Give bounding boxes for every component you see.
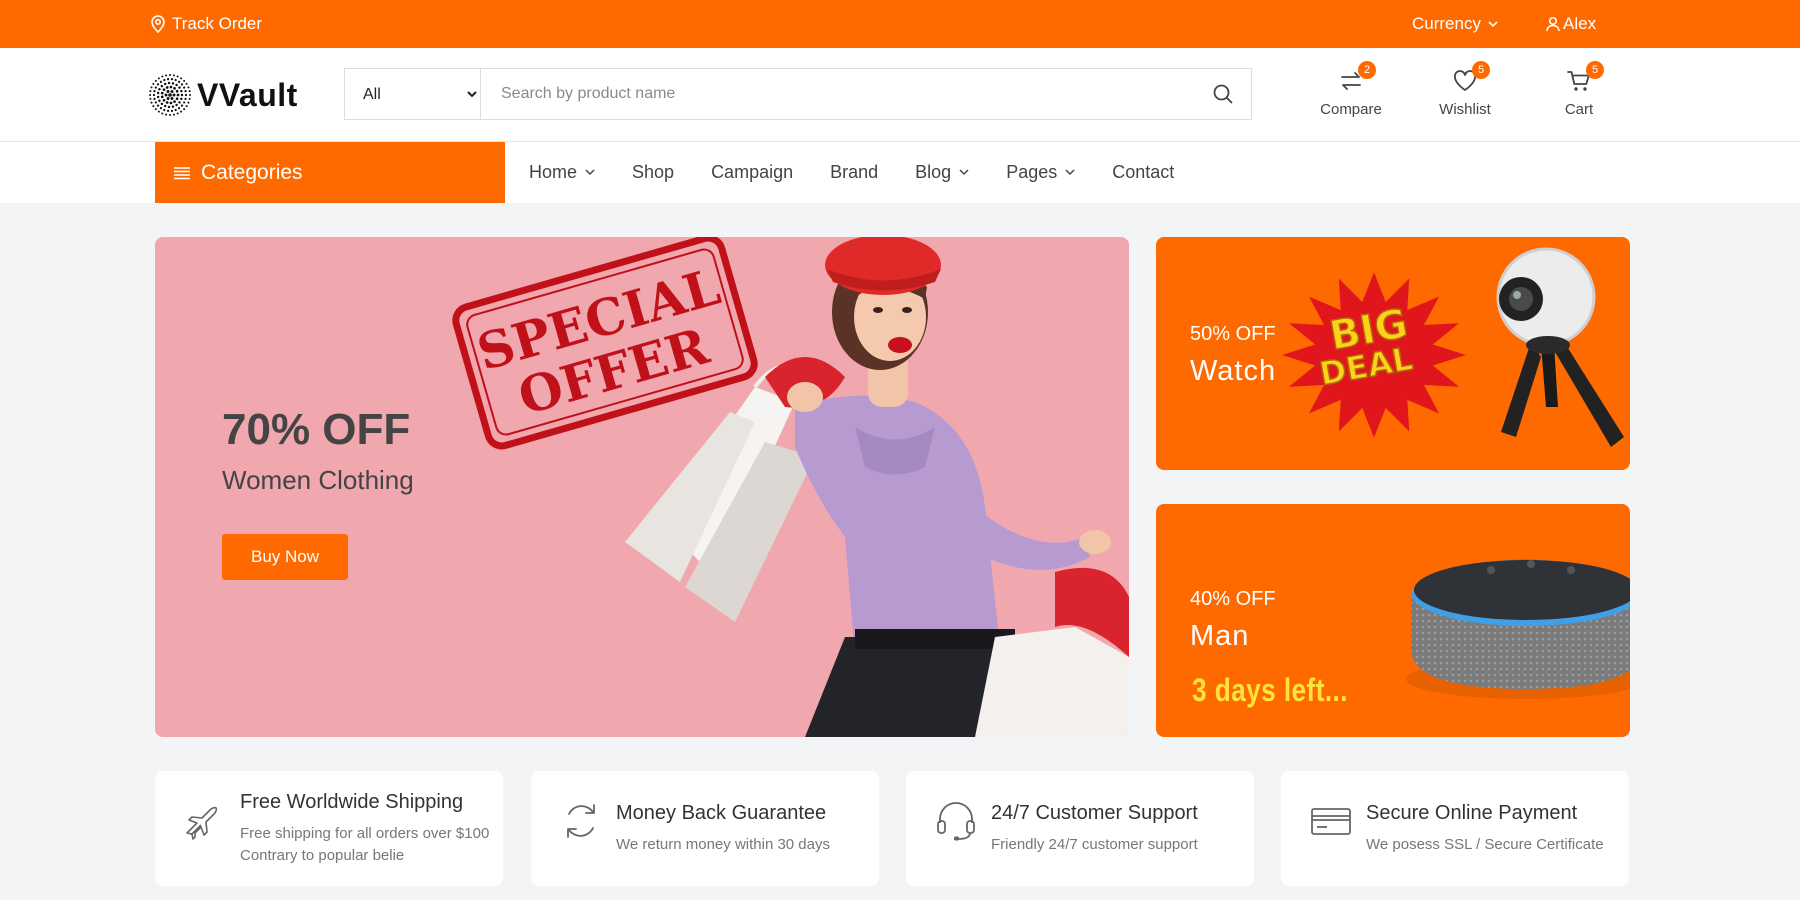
- search-icon: [1213, 84, 1233, 104]
- nav-item-contact[interactable]: Contact: [1112, 162, 1174, 183]
- smart-speaker-image: [1406, 559, 1630, 699]
- cart-count-badge: 5: [1586, 61, 1604, 79]
- refresh-icon: [567, 804, 595, 838]
- cart-label: Cart: [1564, 101, 1594, 118]
- hero-subtitle: Women Clothing: [222, 465, 414, 495]
- search-category-select[interactable]: All: [345, 69, 481, 119]
- wishlist-label: Wishlist: [1439, 101, 1491, 118]
- side-banner-man[interactable]: 40% OFF Man 3 days left...: [1156, 504, 1630, 737]
- hero-banner-women-clothing[interactable]: SPECIAL OFFER 70% OFF Women Clothing Buy…: [155, 237, 1129, 737]
- feature-description: We posess SSL / Secure Certificate: [1366, 836, 1604, 853]
- track-order-link[interactable]: Track Order: [150, 0, 262, 48]
- headset-icon: [937, 802, 975, 841]
- big-deal-starburst: BIG DEAL: [1282, 272, 1466, 438]
- nav-item-shop[interactable]: Shop: [632, 162, 674, 183]
- feature-support: 24/7 Customer Support Friendly 24/7 cust…: [906, 771, 1254, 886]
- search-button[interactable]: [1195, 69, 1251, 119]
- wishlist-count-badge: 5: [1472, 61, 1490, 79]
- cart-button[interactable]: 5 Cart: [1534, 61, 1624, 118]
- wishlist-button[interactable]: 5 Wishlist: [1420, 61, 1510, 118]
- buy-now-button[interactable]: Buy Now: [222, 534, 348, 580]
- man-title: Man: [1190, 620, 1250, 652]
- currency-label: Currency: [1412, 14, 1481, 33]
- search-bar: All: [344, 68, 1252, 120]
- chevron-down-icon: [959, 169, 969, 176]
- logo-mark-icon: [149, 74, 191, 116]
- nav-item-label: Pages: [1006, 162, 1058, 182]
- menu-icon: [174, 166, 190, 179]
- watch-discount: 50% OFF: [1190, 323, 1276, 345]
- side-banner-watch-art: BIG DEAL: [1282, 247, 1624, 447]
- feature-title: 24/7 Customer Support: [991, 802, 1198, 824]
- nav-item-label: Brand: [830, 162, 879, 182]
- compare-button[interactable]: 2 Compare: [1306, 61, 1396, 118]
- feature-title: Free Worldwide Shipping: [240, 791, 464, 813]
- feature-money-back: Money Back Guarantee We return money wit…: [531, 771, 879, 886]
- main-nav: Home Shop Campaign Brand Blog Pages Cont…: [529, 142, 1211, 203]
- user-icon: [1546, 16, 1560, 32]
- nav-item-campaign[interactable]: Campaign: [711, 162, 793, 183]
- credit-card-icon: [1311, 808, 1351, 835]
- man-discount: 40% OFF: [1190, 588, 1276, 610]
- logo[interactable]: VVault: [147, 72, 298, 118]
- nav-item-blog[interactable]: Blog: [915, 162, 969, 183]
- nav-item-label: Contact: [1112, 162, 1175, 182]
- nav-item-brand[interactable]: Brand: [830, 162, 878, 183]
- feature-title: Secure Online Payment: [1366, 802, 1578, 824]
- chevron-down-icon: [1488, 20, 1498, 27]
- nav-item-label: Shop: [632, 162, 675, 182]
- feature-description: Free shipping for all orders over $100 C…: [240, 825, 490, 864]
- nav-item-label: Blog: [915, 162, 952, 182]
- countdown-text: 3 days left...: [1192, 672, 1348, 708]
- top-bar: Track Order Currency Alex: [0, 0, 1800, 48]
- nav-item-label: Home: [529, 162, 578, 182]
- header: VVault All 2 Compare 5 Wishlist 5 Cart: [0, 48, 1800, 142]
- user-account-link[interactable]: Alex: [1546, 0, 1596, 48]
- nav-item-pages[interactable]: Pages: [1006, 162, 1075, 183]
- nav-item-home[interactable]: Home: [529, 162, 595, 183]
- feature-free-shipping: Free Worldwide Shipping Free shipping fo…: [155, 771, 503, 886]
- compare-label: Compare: [1320, 101, 1382, 118]
- location-pin-icon: [151, 15, 165, 33]
- watch-title: Watch: [1190, 355, 1277, 387]
- compare-count-badge: 2: [1358, 61, 1376, 79]
- categories-button[interactable]: Categories: [155, 142, 505, 203]
- search-input[interactable]: [481, 69, 1195, 119]
- plane-icon: [186, 806, 218, 840]
- track-order-label: Track Order: [172, 14, 263, 33]
- feature-title: Money Back Guarantee: [616, 802, 827, 824]
- hero-discount: 70% OFF: [222, 405, 411, 454]
- chevron-down-icon: [1065, 169, 1075, 176]
- feature-description: We return money within 30 days: [616, 836, 830, 853]
- camera-360-image: [1496, 247, 1624, 447]
- brand-name: VVault: [197, 76, 298, 113]
- categories-label: Categories: [201, 160, 303, 184]
- nav-item-label: Campaign: [711, 162, 794, 182]
- user-name: Alex: [1563, 14, 1597, 33]
- chevron-down-icon: [585, 169, 595, 176]
- feature-description: Friendly 24/7 customer support: [991, 836, 1198, 853]
- feature-secure-payment: Secure Online Payment We posess SSL / Se…: [1281, 771, 1629, 886]
- special-offer-stamp: SPECIAL OFFER: [452, 237, 758, 450]
- navigation-bar: Categories Home Shop Campaign Brand Blog…: [0, 142, 1800, 203]
- side-banner-watch[interactable]: BIG DEAL 50% OFF Watch: [1156, 237, 1630, 470]
- currency-dropdown[interactable]: Currency: [1412, 0, 1498, 48]
